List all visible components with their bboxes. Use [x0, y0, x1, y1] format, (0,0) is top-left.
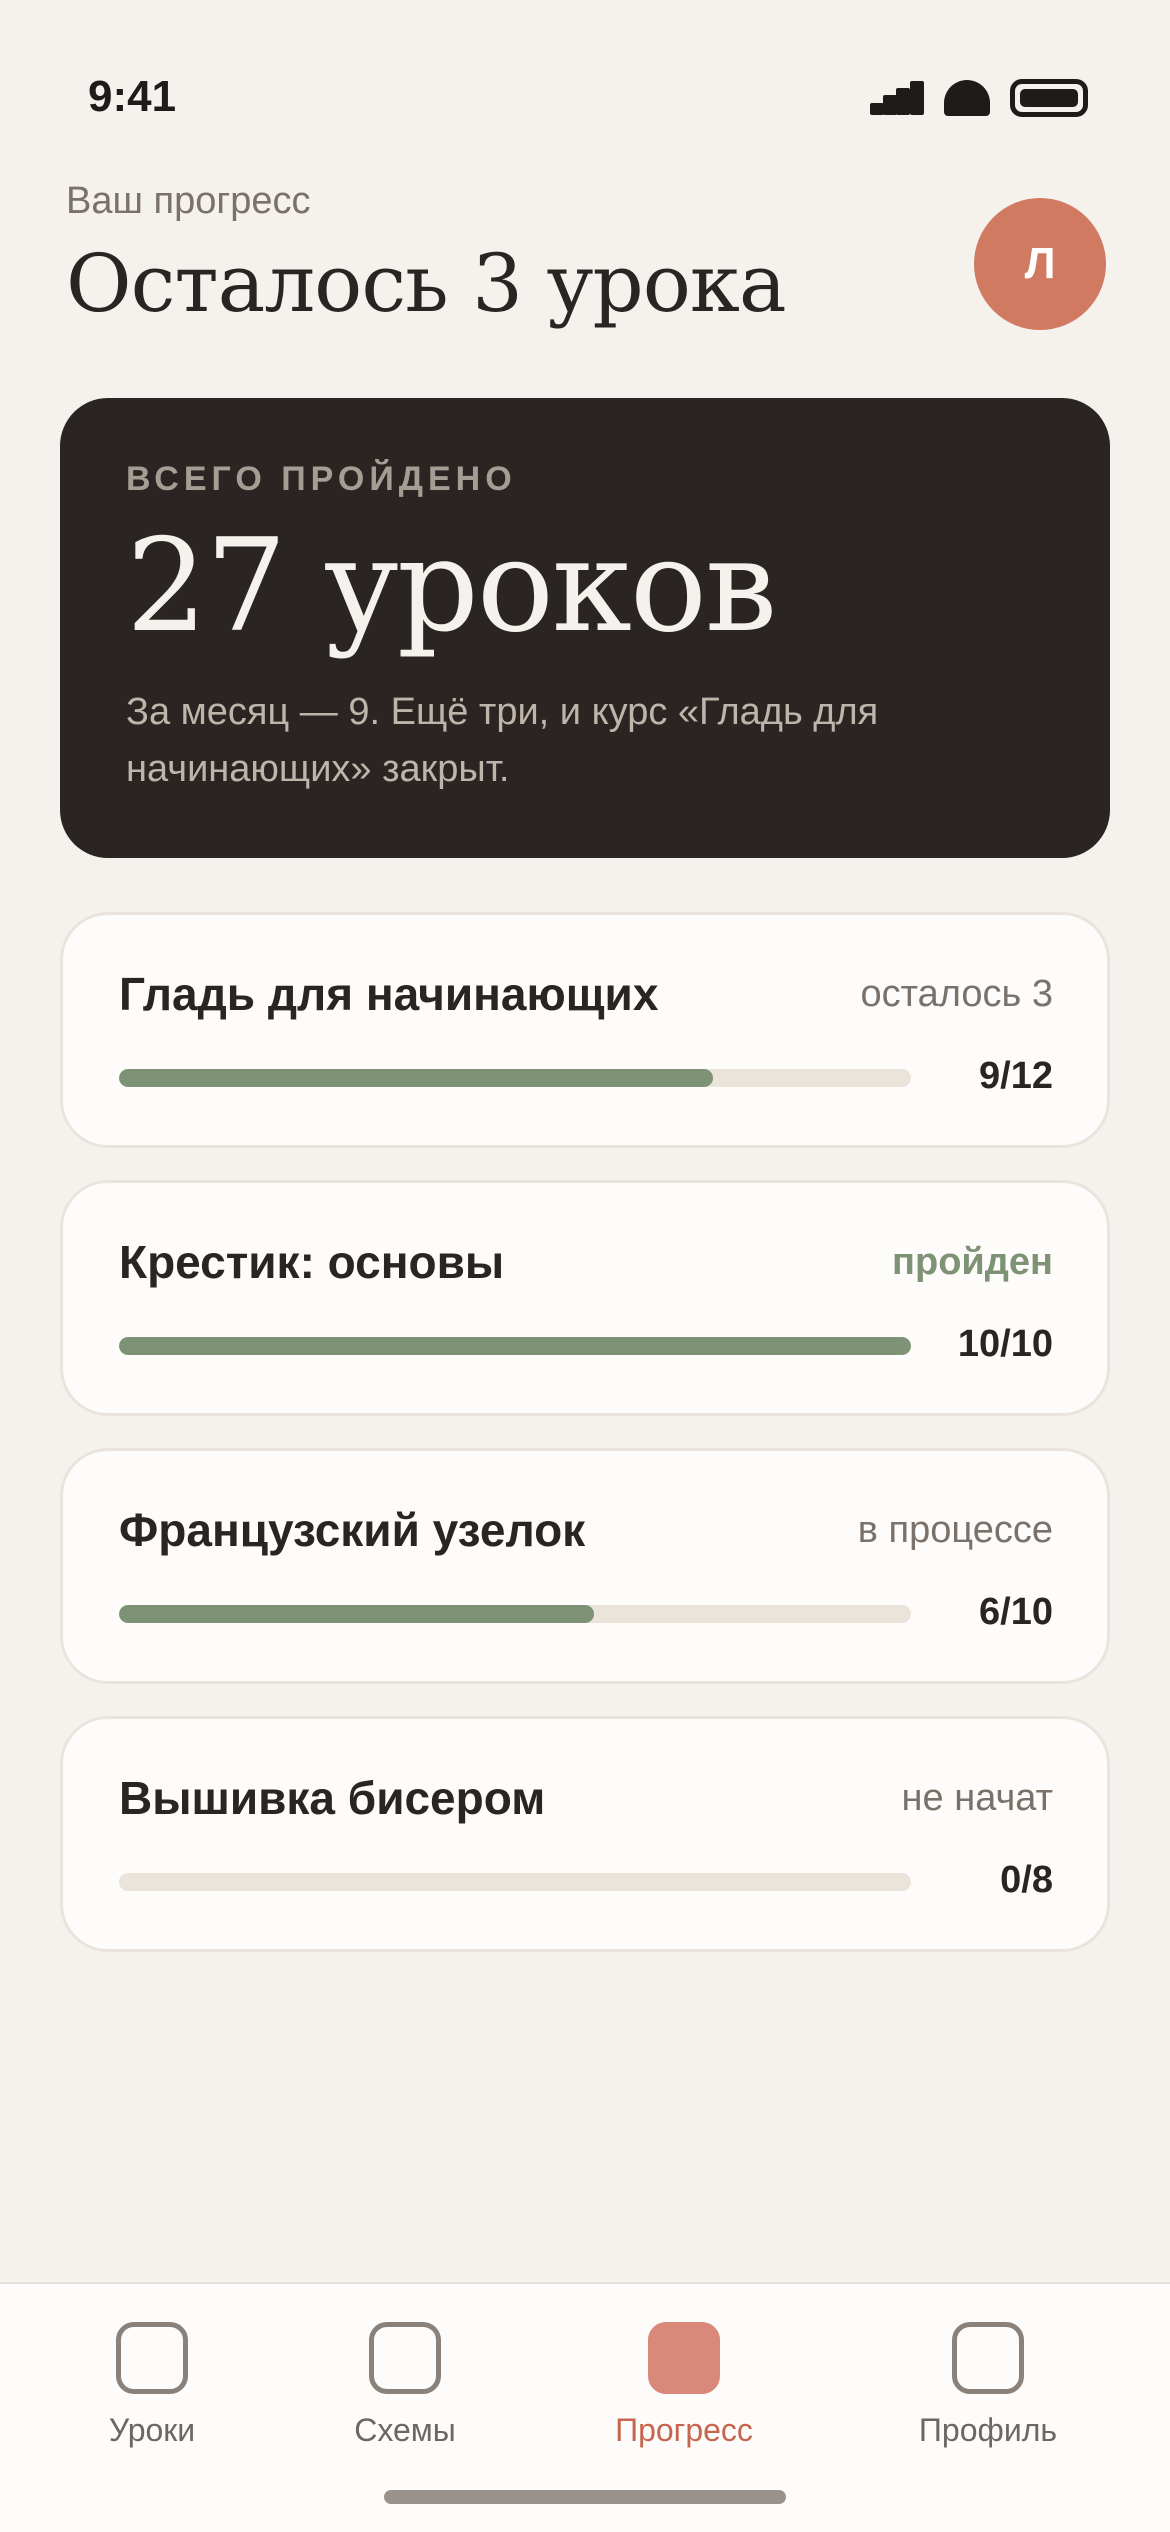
tab-label: Уроки: [108, 2412, 196, 2448]
progress-fill: [119, 1605, 595, 1623]
course-list: Гладь для начинающих осталось 3 9/12 Кре…: [60, 912, 1110, 1984]
tab-label: Схемы: [354, 2412, 456, 2448]
course-name: Вышивка бисером: [119, 1772, 546, 1824]
course-count: 0/8: [1000, 1859, 1053, 1901]
signal-icon: [870, 81, 924, 115]
course-card[interactable]: Французский узелок в процессе 6/10: [60, 1448, 1110, 1684]
lessons-icon: [116, 2322, 188, 2394]
page-subtitle: Ваш прогресс: [66, 180, 311, 222]
status-icons: [870, 78, 1088, 118]
course-name: Крестик: основы: [119, 1236, 505, 1288]
progress-fill: [119, 1069, 713, 1087]
progress-fill: [119, 1337, 911, 1355]
patterns-icon: [369, 2322, 441, 2394]
course-status: пройден: [892, 1241, 1053, 1283]
summary-caption: ВСЕГО ПРОЙДЕНО: [126, 460, 517, 498]
course-status: в процессе: [857, 1509, 1053, 1551]
summary-card: ВСЕГО ПРОЙДЕНО 27 уроков За месяц — 9. Е…: [60, 398, 1110, 858]
course-status: не начат: [901, 1777, 1053, 1819]
progress-track: [119, 1605, 911, 1623]
course-name: Французский узелок: [119, 1504, 586, 1556]
progress-track: [119, 1873, 911, 1891]
wifi-icon: [944, 80, 990, 116]
course-card[interactable]: Крестик: основы пройден 10/10: [60, 1180, 1110, 1416]
course-name: Гладь для начинающих: [119, 968, 659, 1020]
profile-icon: [952, 2322, 1024, 2394]
status-bar: 9:41: [0, 0, 1170, 170]
page-header: Ваш прогресс Осталось 3 урока Л: [66, 180, 1106, 350]
course-count: 10/10: [957, 1323, 1053, 1365]
course-count: 9/12: [979, 1055, 1053, 1097]
tab-progress[interactable]: Прогресс: [584, 2322, 784, 2449]
tab-label: Профиль: [918, 2412, 1058, 2448]
course-status: осталось 3: [860, 973, 1053, 1015]
course-card[interactable]: Вышивка бисером не начат 0/8: [60, 1716, 1110, 1952]
progress-track: [119, 1337, 911, 1355]
status-time: 9:41: [88, 72, 177, 121]
progress-icon: [648, 2322, 720, 2394]
battery-icon: [1010, 79, 1088, 117]
tab-patterns[interactable]: Схемы: [305, 2322, 505, 2449]
tab-profile[interactable]: Профиль: [888, 2322, 1088, 2449]
tab-lessons[interactable]: Уроки: [52, 2322, 252, 2449]
avatar[interactable]: Л: [974, 198, 1106, 330]
summary-count: 27 уроков: [126, 512, 777, 661]
course-count: 6/10: [979, 1591, 1053, 1633]
summary-description: За месяц — 9. Ещё три, и курс «Гладь для…: [126, 690, 879, 790]
course-card[interactable]: Гладь для начинающих осталось 3 9/12: [60, 912, 1110, 1148]
page-title: Осталось 3 урока: [66, 237, 787, 330]
progress-track: [119, 1069, 911, 1087]
home-indicator: [384, 2490, 786, 2504]
tab-label: Прогресс: [615, 2412, 753, 2448]
